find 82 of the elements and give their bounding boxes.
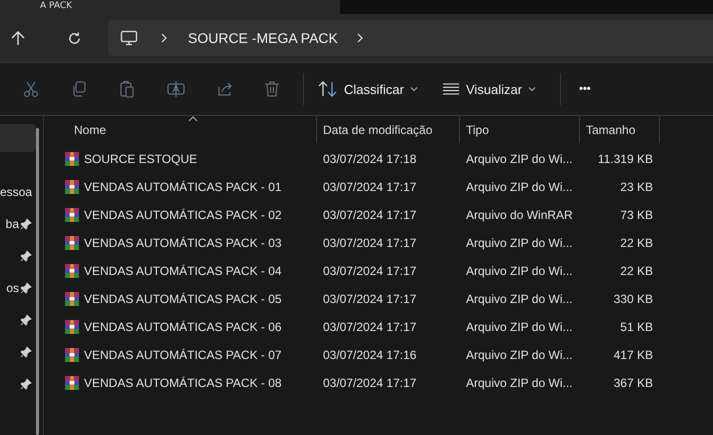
- refresh-icon: [66, 30, 82, 46]
- share-icon[interactable]: [216, 80, 234, 98]
- sidebar-label: os: [6, 281, 19, 295]
- table-cell-text: Arquivo do WinRAR: [465, 208, 574, 222]
- file-name[interactable]: VENDAS AUTOMÁTICAS PACK - 02: [84, 208, 282, 222]
- column-header[interactable]: Data de modificação: [317, 116, 460, 143]
- table-cell-text: 03/07/2024 17:17: [322, 236, 418, 250]
- file-name[interactable]: VENDAS AUTOMÁTICAS PACK - 03: [84, 236, 282, 250]
- file-name[interactable]: VENDAS AUTOMÁTICAS PACK - 01: [84, 180, 282, 194]
- archive-icon: [64, 291, 80, 307]
- table-cell-text: Arquivo ZIP do Wi...: [465, 180, 574, 194]
- table-cell-text: Arquivo ZIP do Wi...: [465, 376, 574, 390]
- sort-arrows-icon: [318, 81, 338, 97]
- caret-icon: [410, 86, 418, 92]
- cut-icon[interactable]: [22, 80, 40, 98]
- table-cell-text: Arquivo ZIP do Wi...: [465, 264, 574, 278]
- table-cell-text: 03/07/2024 17:17: [322, 180, 418, 194]
- table-cell-text: 11.319 KB: [596, 152, 654, 166]
- table-cell-text: 03/07/2024 17:17: [322, 292, 418, 306]
- pin-icon: [20, 378, 32, 390]
- column-header[interactable]: Tipo: [460, 116, 580, 143]
- breadcrumb[interactable]: SOURCE -MEGA PACK: [188, 30, 338, 46]
- table-cell-text: 03/07/2024 17:17: [322, 376, 418, 390]
- archive-icon: [64, 151, 80, 167]
- sidebar-item[interactable]: essoa: [0, 176, 36, 208]
- table-cell-text: Arquivo ZIP do Wi...: [465, 236, 574, 250]
- table-cell-text: Arquivo ZIP do Wi...: [465, 348, 574, 362]
- archive-icon: [64, 263, 80, 279]
- file-name[interactable]: VENDAS AUTOMÁTICAS PACK - 05: [84, 292, 282, 306]
- table-cell-text: 22 KB: [619, 264, 654, 278]
- archive-icon: [64, 319, 80, 335]
- pin-icon: [20, 346, 32, 358]
- list-icon: [442, 83, 460, 95]
- column-header[interactable]: Nome: [60, 116, 317, 143]
- chevron-right-icon: [160, 33, 168, 43]
- table-cell-text: 73 KB: [619, 208, 654, 222]
- archive-icon: [64, 375, 80, 391]
- table-cell-text: 03/07/2024 17:18: [322, 152, 418, 166]
- archive-icon: [64, 347, 80, 363]
- trash-icon[interactable]: [264, 80, 280, 98]
- view-button[interactable]: Visualizar: [434, 76, 544, 102]
- archive-icon: [64, 179, 80, 195]
- table-cell-text: 23 KB: [619, 180, 654, 194]
- file-name[interactable]: VENDAS AUTOMÁTICAS PACK - 06: [84, 320, 282, 334]
- table-cell-text: 03/07/2024 17:17: [322, 264, 418, 278]
- file-name[interactable]: VENDAS AUTOMÁTICAS PACK - 08: [84, 376, 282, 390]
- table-cell-text: Arquivo ZIP do Wi...: [465, 152, 574, 166]
- table-cell-text: 22 KB: [619, 236, 654, 250]
- file-name[interactable]: VENDAS AUTOMÁTICAS PACK - 07: [84, 348, 282, 362]
- archive-icon: [64, 235, 80, 251]
- sort-caret-icon: [188, 116, 198, 122]
- paste-icon[interactable]: [118, 80, 136, 98]
- table-cell-text: 417 KB: [612, 348, 654, 362]
- table-cell-text: 367 KB: [612, 376, 654, 390]
- table-cell-text: 330 KB: [612, 292, 654, 306]
- sort-button[interactable]: Classificar: [310, 75, 426, 103]
- archive-icon: [64, 207, 80, 223]
- computer-icon: [120, 30, 138, 46]
- more-button[interactable]: •••: [567, 77, 603, 101]
- file-name[interactable]: SOURCE ESTOQUE: [84, 152, 198, 166]
- pin-icon: [20, 282, 32, 294]
- table-cell-text: 03/07/2024 17:17: [322, 208, 418, 222]
- address-bar[interactable]: SOURCE -MEGA PACK: [108, 20, 713, 56]
- table-cell-text: Arquivo ZIP do Wi...: [465, 292, 574, 306]
- up-arrow-icon: [11, 30, 25, 46]
- pin-icon: [20, 218, 32, 230]
- table-cell-text: 03/07/2024 17:16: [322, 348, 418, 362]
- window-tab[interactable]: A PACK: [0, 0, 340, 14]
- caret-icon: [528, 86, 536, 92]
- file-name[interactable]: VENDAS AUTOMÁTICAS PACK - 04: [84, 264, 282, 278]
- table-cell-text: 51 KB: [619, 320, 654, 334]
- sidebar-item[interactable]: os: [0, 272, 36, 304]
- column-header[interactable]: Tamanho: [580, 116, 660, 143]
- sidebar-label: ba: [6, 217, 19, 231]
- pin-icon: [20, 314, 32, 326]
- rename-icon[interactable]: [166, 80, 186, 98]
- table-cell-text: Arquivo ZIP do Wi...: [465, 320, 574, 334]
- sidebar-item[interactable]: ba: [0, 208, 36, 240]
- chevron-right-icon: [356, 33, 364, 43]
- pin-icon: [20, 250, 32, 262]
- sidebar-label: essoa: [0, 185, 32, 199]
- table-cell-text: 03/07/2024 17:17: [322, 320, 418, 334]
